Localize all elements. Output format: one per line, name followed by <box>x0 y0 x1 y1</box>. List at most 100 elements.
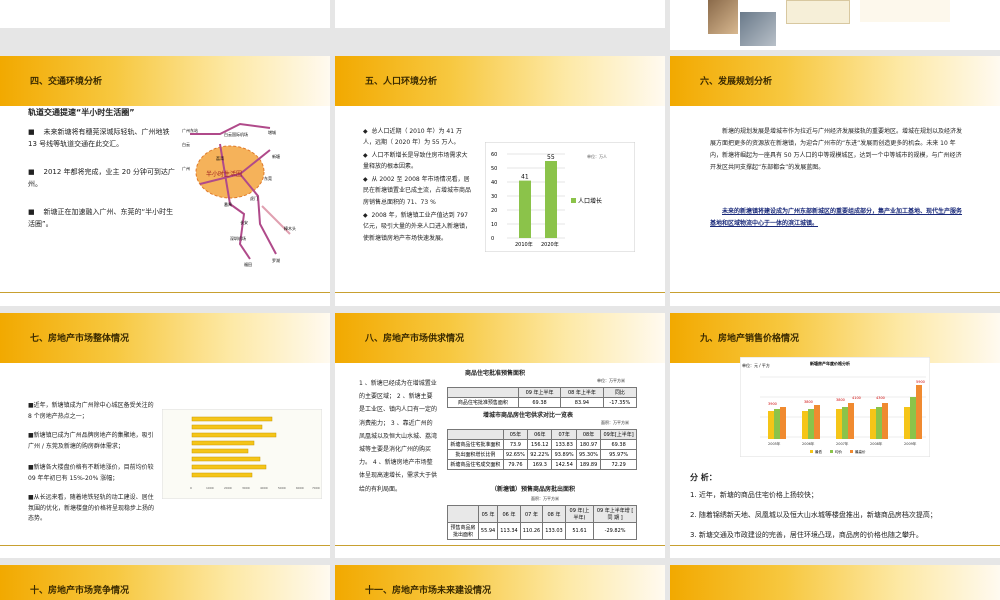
slide-title: 十、房地产市场竞争情况 <box>30 586 130 596</box>
table-row: 新塘商品住宅成交面积 79.76 169.3 142.54 189.89 72.29 <box>447 459 637 470</box>
data-label: 3900 <box>768 402 777 406</box>
legend-label: 最低 <box>815 449 823 454</box>
slide-title: 九、房地产销售价格情况 <box>700 334 800 344</box>
slide-title: 七、房地产市场整体情况 <box>30 334 130 344</box>
chart-frame <box>485 142 635 252</box>
slide-title: 五、人口环境分析 <box>365 77 438 87</box>
y-tick: 0 <box>491 236 494 242</box>
map-thumbnail <box>860 0 950 22</box>
legend-label: 均价 <box>835 449 843 454</box>
price-bar <box>848 403 854 439</box>
map-label: 樟木头 <box>284 225 296 231</box>
map-label: 东莞 <box>264 175 272 181</box>
bullet: ■新塘镇已成为广州品牌房地产的集聚地，吸引广州 / 东莞及新塘的购房群体需求； <box>28 432 154 450</box>
photo-thumbnail <box>740 12 776 46</box>
x-tick: 2008年 <box>870 441 883 446</box>
price-bar <box>916 385 922 439</box>
slide-top-left <box>0 0 330 28</box>
bullet: ◆ 总人口近期（ 2010 年）为 41 万人，远期（ 2020 年）为 55 … <box>363 128 462 147</box>
slide-title: 八、房地产市场供求情况 <box>365 334 465 344</box>
price-bar <box>814 405 820 439</box>
price-bar <box>904 407 910 439</box>
bullet: ■ 2012 年都将完成，业主 20 分钟可到达广 州。 <box>28 168 175 189</box>
map-label: 福田 <box>244 261 252 267</box>
supply-demand-table: 05年 06年 07年 08年 09年[上半年] 新塘商品住宅批准面积 73.9 156.1… <box>447 429 637 470</box>
data-label: 55 <box>547 154 555 161</box>
slide-price: 九、房地产销售价格情况 新塘房产年度价格分析 单位：元 / 平方 3900 38… <box>670 313 1000 558</box>
price-bar <box>882 403 888 439</box>
bullet: ■从长远来看，随着地铁轻轨的动工建设、居住氛围的优化，新塘楼盘的价格将呈现稳步上… <box>28 494 155 522</box>
axis-tick: 2000 <box>224 486 232 490</box>
slide-competition: 十、房地产市场竞争情况 <box>0 565 330 600</box>
table-unit: 单位：万平方米 <box>597 378 625 383</box>
x-tick: 2006年 <box>802 441 815 446</box>
bullet: ■近年，新塘镇成为广州除中心城区备受关注的 8 个房地产热点之一； <box>28 402 154 420</box>
map-label: 虎门 <box>250 195 258 201</box>
table-row: 批出面积增长比例 92.65% 92.22% 93.89% 95.30% 95.97% <box>447 449 637 460</box>
presale-table: 09 年上半年 08 年上半年 同比 商品住宅批准预售面积 69.38 83.94 -17… <box>447 387 638 408</box>
map-label: 广州东站 <box>182 127 198 133</box>
slide-title: 四、交通环境分析 <box>30 77 103 87</box>
analysis-item: 2. 随着锦绣新天地、凤凰城以及恒大山水城等楼盘推出，新塘商品房档次提高； <box>690 511 937 519</box>
bullet: ◆ 从 2002 至 2008 年市场情况看，居民在新塘镇置业已成主流，占增城市… <box>363 176 472 206</box>
data-label: 4100 <box>852 396 861 400</box>
axis-tick: 5000 <box>278 486 286 490</box>
bullet: ◆ 2008 年，新塘镇工业产值达到 797 亿元，吸引大量的外来人口进入新塘镇… <box>363 212 472 242</box>
axis-tick: 4000 <box>260 486 268 490</box>
map-label: 长安 <box>240 219 248 225</box>
legend-label: 人口增长 <box>578 197 602 205</box>
hotspot-bar-chart: 0 1000 2000 3000 4000 5000 6000 7000 <box>162 409 322 499</box>
chart-bar <box>545 161 557 238</box>
map-label: 番禺 <box>224 201 232 207</box>
slide-population: 五、人口环境分析 ◆ 总人口近期（ 2010 年）为 41 万人，远期（ 202… <box>335 56 665 306</box>
table-row: 新塘商品住宅批准面积 73.9 156.12 133.83 180.97 69.38 <box>447 439 637 450</box>
bullet: ■新塘各大楼盘价格有不断地涨价，目前均价较 09 年年初已有 15%-20% 涨… <box>28 464 154 482</box>
y-tick: 20 <box>491 208 497 214</box>
price-bar <box>842 407 848 439</box>
data-label: 3800 <box>804 400 813 404</box>
chart-bar <box>519 180 531 238</box>
heading: 轨道交通提速“半小时生活圈” <box>28 108 135 117</box>
chart-unit: 单位：万人 <box>587 153 607 159</box>
slide-title: 十一、房地产市场未来建设情况 <box>365 586 492 596</box>
map-label: 罗湖 <box>272 257 280 263</box>
map-label: 白云国际机场 <box>224 131 248 137</box>
slide-supply-demand: 八、房地产市场供求情况 1 、新塘已经成为在增城置业的主要区域； 2 、新塘主要… <box>335 313 665 558</box>
y-tick: 60 <box>491 152 497 158</box>
analysis-item: 3. 新塘交通及市政建设的完善，居住环境凸现，商品房的价格也随之攀升。 <box>690 531 923 539</box>
price-bar <box>910 397 916 439</box>
legend-swatch <box>571 198 576 203</box>
bullet: ■ 新塘正在加速融入广州、东莞的“半小时生活圈”。 <box>28 208 174 229</box>
slide-market-overview: 七、房地产市场整体情况 ■近年，新塘镇成为广州除中心城区备受关注的 8 个房地产… <box>0 313 330 558</box>
bullet: ◆ 人口不断增长是导致住房市场需求大量释放的根本因素。 <box>363 152 468 171</box>
x-tick: 2005年 <box>768 441 781 446</box>
chart-bar <box>191 432 277 438</box>
chart-bar <box>191 448 249 454</box>
map-label: 新塘 <box>272 153 280 159</box>
analysis-item: 1. 近年，新塘的商品住宅价格上扬较快； <box>690 491 818 499</box>
y-tick: 50 <box>491 166 497 172</box>
population-chart: 单位：万人 0 10 20 30 40 50 60 41 2010年 55 2020年 人口增长 <box>485 142 635 252</box>
photo-thumbnail <box>708 0 738 34</box>
slide-bottom-right <box>670 565 1000 600</box>
slide-planning: 六、发展规划分析 新塘的规划发展是增城市作为拉近与广州经济发展接轨的重要地区。增… <box>670 56 1000 306</box>
price-bar <box>870 409 876 439</box>
price-chart: 新塘房产年度价格分析 单位：元 / 平方 3900 3800 3800 4100… <box>740 357 930 457</box>
axis-tick: 7000 <box>312 486 320 490</box>
price-bar <box>876 407 882 439</box>
legend-label: 最高价 <box>855 449 866 454</box>
data-label: 3800 <box>836 398 845 402</box>
axis-tick: 1000 <box>206 486 214 490</box>
analysis-text: 1 、新塘已经成为在增城置业的主要区域； 2 、新塘主要是工业区、镇内人口有一定… <box>359 380 438 493</box>
table-title: 商品住宅批准预售面积 <box>465 370 526 377</box>
slide-top-right <box>670 0 1000 50</box>
analysis-title: 分 析： <box>690 473 717 482</box>
chart-bar <box>191 416 273 422</box>
x-tick: 2010年 <box>515 241 533 248</box>
chart-bar <box>191 456 261 462</box>
price-bar <box>808 409 814 439</box>
rail-map: 半小时生活圈 广州东站 白云国际机场 增城 白云 新塘 广州 荔湾 东莞 番禺 … <box>182 122 296 267</box>
data-label: 5900 <box>916 380 925 384</box>
price-bar <box>780 407 786 439</box>
slide-title: 六、发展规划分析 <box>700 77 773 87</box>
